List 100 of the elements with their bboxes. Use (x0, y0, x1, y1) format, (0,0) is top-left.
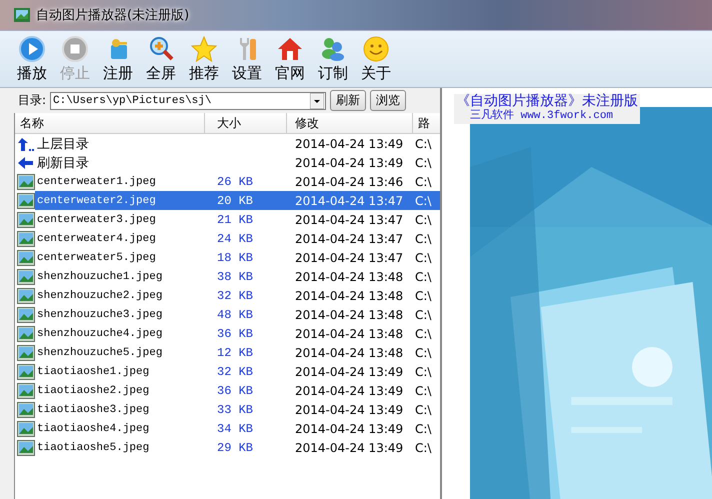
file-size: 21 KB (217, 212, 254, 226)
file-name: centerweater4.jpeg (37, 232, 156, 244)
modified-date: 2014-04-24 13:47 (295, 212, 404, 226)
image-file-icon (17, 250, 35, 266)
file-row[interactable]: centerweater4.jpeg 24 KB 2014-04-24 13:47 C:\ (35, 229, 440, 248)
toolbar-button[interactable]: 推荐 (184, 36, 224, 82)
file-row[interactable]: shenzhouzuche1.jpeg 38 KB 2014-04-24 13:48 C:\ (35, 267, 440, 286)
file-size: 18 KB (217, 250, 254, 264)
column-header[interactable]: 名称 (15, 113, 205, 133)
overlay-text: 三凡软件 www.3fwork.com (469, 109, 614, 124)
file-path: C:\ (415, 136, 432, 150)
file-path: C:\ (415, 308, 432, 322)
directory-combobox[interactable]: C:\Users\yp\Pictures\sj\ (50, 92, 326, 110)
image-file-icon (17, 402, 35, 418)
toolbar-button[interactable]: 关于 (356, 36, 396, 82)
image-file-icon (17, 382, 35, 398)
file-path: C:\ (415, 402, 432, 416)
file-row[interactable]: tiaotiaoshe5.jpeg 29 KB 2014-04-24 13:49 C:\ (35, 438, 440, 457)
file-row[interactable]: centerweater3.jpeg 21 KB 2014-04-24 13:47 C:\ (35, 210, 440, 229)
toolbar-button[interactable]: 设置 (227, 36, 267, 82)
file-path: C:\ (415, 232, 432, 246)
modified-date: 2014-04-24 13:49 (295, 402, 404, 416)
stop-icon (62, 36, 88, 62)
column-header[interactable]: 路 (413, 113, 440, 133)
modified-date: 2014-04-24 13:48 (295, 288, 404, 302)
toolbar-button[interactable]: 全屏 (141, 36, 181, 82)
file-size: 38 KB (217, 270, 254, 284)
image-file-icon (17, 326, 35, 342)
file-name: shenzhouzuche5.jpeg (37, 346, 162, 358)
image-file-icon (17, 268, 35, 284)
file-row[interactable]: shenzhouzuche4.jpeg 36 KB 2014-04-24 13:48 C:\ (35, 324, 440, 343)
file-row[interactable]: shenzhouzuche5.jpeg 12 KB 2014-04-24 13:48 C:\ (35, 343, 440, 362)
file-name: centerweater3.jpeg (37, 214, 156, 226)
file-name: centerweater5.jpeg (37, 252, 156, 264)
toolbar-button[interactable]: 官网 (270, 36, 310, 82)
file-path: C:\ (415, 288, 432, 302)
people-icon (320, 36, 346, 62)
file-name: shenzhouzuche1.jpeg (37, 270, 162, 282)
file-size: 36 KB (217, 326, 254, 340)
image-file-icon (17, 288, 35, 304)
toolbar-button[interactable]: 订制 (313, 36, 353, 82)
file-row[interactable]: shenzhouzuche3.jpeg 48 KB 2014-04-24 13:48 C:\ (35, 305, 440, 324)
directory-label: 目录: (18, 92, 46, 109)
modified-date: 2014-04-24 13:48 (295, 326, 404, 340)
smiley-icon (363, 36, 389, 62)
file-row[interactable]: tiaotiaoshe4.jpeg 34 KB 2014-04-24 13:49 C:\ (35, 419, 440, 438)
file-path: C:\ (415, 174, 432, 188)
file-name: centerweater1.jpeg (37, 176, 156, 188)
toolbar-action-button[interactable]: 浏览 (370, 90, 406, 111)
toolbar-button[interactable]: 播放 (12, 36, 52, 82)
file-name: tiaotiaoshe4.jpeg (37, 422, 150, 434)
toolbar-button[interactable]: 注册 (98, 36, 138, 82)
image-file-icon (17, 364, 35, 380)
file-row[interactable]: tiaotiaoshe1.jpeg 32 KB 2014-04-24 13:49 C:\ (35, 362, 440, 381)
file-size: 12 KB (217, 346, 254, 360)
modified-date: 2014-04-24 13:49 (295, 136, 404, 150)
image-file-icon (17, 306, 35, 322)
file-size: 24 KB (217, 232, 254, 246)
file-size: 29 KB (217, 440, 254, 454)
left-arrow-icon (17, 154, 35, 170)
file-row[interactable]: 上层目录 2014-04-24 13:49 C:\ (35, 134, 440, 153)
modified-date: 2014-04-24 13:47 (295, 232, 404, 246)
toolbar-action-button[interactable]: 刷新 (330, 90, 366, 111)
file-path: C:\ (415, 156, 432, 170)
file-name: shenzhouzuche2.jpeg (37, 290, 162, 302)
file-name: shenzhouzuche3.jpeg (37, 308, 162, 320)
modified-date: 2014-04-24 13:49 (295, 422, 404, 436)
file-row[interactable]: centerweater2.jpeg 20 KB 2014-04-24 13:47 C:\ (35, 191, 440, 210)
file-size: 36 KB (217, 384, 254, 398)
file-path: C:\ (415, 346, 432, 360)
play-icon (19, 36, 45, 62)
column-header[interactable]: 修改 (287, 113, 413, 133)
file-size: 33 KB (217, 402, 254, 416)
file-row[interactable]: 刷新目录 2014-04-24 13:49 C:\ (35, 153, 440, 172)
file-name: tiaotiaoshe5.jpeg (37, 442, 150, 454)
modified-date: 2014-04-24 13:49 (295, 440, 404, 454)
file-row[interactable]: tiaotiaoshe3.jpeg 33 KB 2014-04-24 13:49 C:\ (35, 400, 440, 419)
modified-date: 2014-04-24 13:48 (295, 270, 404, 284)
window-title: 自动图片播放器(未注册版) (36, 7, 190, 24)
column-header[interactable]: 大小 (205, 113, 287, 133)
modified-date: 2014-04-24 13:46 (295, 174, 404, 188)
file-path: C:\ (415, 212, 432, 226)
file-size: 26 KB (217, 174, 254, 188)
up-arrow-icon (17, 136, 35, 152)
dropdown-arrow-icon[interactable] (310, 92, 324, 108)
modified-date: 2014-04-24 13:47 (295, 250, 404, 264)
file-name: 上层目录 (37, 136, 89, 152)
image-file-icon (17, 192, 35, 208)
modified-date: 2014-04-24 13:48 (295, 346, 404, 360)
file-path: C:\ (415, 270, 432, 284)
modified-date: 2014-04-24 13:49 (295, 384, 404, 398)
file-row[interactable]: shenzhouzuche2.jpeg 32 KB 2014-04-24 13:48 C:\ (35, 286, 440, 305)
image-file-icon (17, 420, 35, 436)
file-name: 刷新目录 (37, 154, 89, 172)
image-file-icon (17, 440, 35, 456)
file-row[interactable]: centerweater1.jpeg 26 KB 2014-04-24 13:46 C:\ (35, 172, 440, 191)
file-row[interactable]: tiaotiaoshe2.jpeg 36 KB 2014-04-24 13:49 C:\ (35, 381, 440, 400)
file-row[interactable]: centerweater5.jpeg 18 KB 2014-04-24 13:47 C:\ (35, 248, 440, 267)
file-path: C:\ (415, 194, 432, 208)
file-path: C:\ (415, 250, 432, 264)
